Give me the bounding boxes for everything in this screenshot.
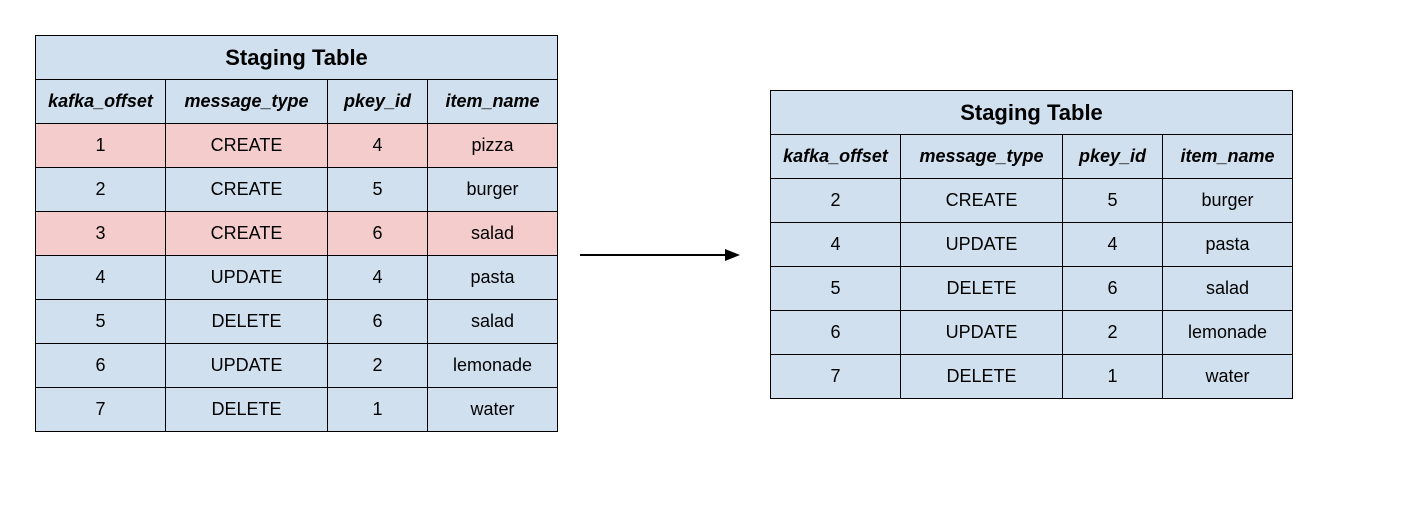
cell: 5 — [1063, 179, 1163, 223]
col-header: kafka_offset — [771, 135, 901, 179]
table-row: 2 CREATE 5 burger — [771, 179, 1293, 223]
cell: 4 — [771, 223, 901, 267]
cell: DELETE — [901, 355, 1063, 399]
cell: 4 — [36, 256, 166, 300]
cell: pasta — [428, 256, 558, 300]
cell: UPDATE — [901, 223, 1063, 267]
cell: 6 — [36, 344, 166, 388]
right-table-title: Staging Table — [771, 91, 1293, 135]
cell: water — [1163, 355, 1293, 399]
cell: salad — [428, 300, 558, 344]
cell: 5 — [36, 300, 166, 344]
table-row: 7 DELETE 1 water — [36, 388, 558, 432]
cell: DELETE — [901, 267, 1063, 311]
cell: 6 — [771, 311, 901, 355]
cell: CREATE — [166, 168, 328, 212]
diagram-canvas: Staging Table kafka_offset message_type … — [0, 0, 1426, 518]
cell: 1 — [328, 388, 428, 432]
col-header: item_name — [1163, 135, 1293, 179]
cell: 7 — [771, 355, 901, 399]
cell: DELETE — [166, 388, 328, 432]
table-row: 5 DELETE 6 salad — [771, 267, 1293, 311]
table-row: 6 UPDATE 2 lemonade — [36, 344, 558, 388]
table-row: 2 CREATE 5 burger — [36, 168, 558, 212]
cell: CREATE — [166, 212, 328, 256]
cell: DELETE — [166, 300, 328, 344]
cell: water — [428, 388, 558, 432]
cell: 7 — [36, 388, 166, 432]
right-table-header-row: kafka_offset message_type pkey_id item_n… — [771, 135, 1293, 179]
table-row: 7 DELETE 1 water — [771, 355, 1293, 399]
col-header: kafka_offset — [36, 80, 166, 124]
cell: 2 — [1063, 311, 1163, 355]
cell: 5 — [328, 168, 428, 212]
col-header: item_name — [428, 80, 558, 124]
cell: burger — [1163, 179, 1293, 223]
cell: salad — [428, 212, 558, 256]
cell: 6 — [1063, 267, 1163, 311]
left-table-title: Staging Table — [36, 36, 558, 80]
cell: 4 — [328, 124, 428, 168]
left-table-header-row: kafka_offset message_type pkey_id item_n… — [36, 80, 558, 124]
cell: 1 — [1063, 355, 1163, 399]
col-header: pkey_id — [328, 80, 428, 124]
cell: 6 — [328, 300, 428, 344]
cell: CREATE — [166, 124, 328, 168]
cell: UPDATE — [901, 311, 1063, 355]
right-staging-table: Staging Table kafka_offset message_type … — [770, 90, 1293, 399]
cell: UPDATE — [166, 256, 328, 300]
table-row: 3 CREATE 6 salad — [36, 212, 558, 256]
cell: 3 — [36, 212, 166, 256]
cell: salad — [1163, 267, 1293, 311]
left-staging-table: Staging Table kafka_offset message_type … — [35, 35, 558, 432]
table-row: 6 UPDATE 2 lemonade — [771, 311, 1293, 355]
cell: CREATE — [901, 179, 1063, 223]
cell: 4 — [328, 256, 428, 300]
col-header: pkey_id — [1063, 135, 1163, 179]
table-row: 5 DELETE 6 salad — [36, 300, 558, 344]
cell: UPDATE — [166, 344, 328, 388]
cell: lemonade — [428, 344, 558, 388]
cell: lemonade — [1163, 311, 1293, 355]
cell: 4 — [1063, 223, 1163, 267]
cell: 2 — [771, 179, 901, 223]
table-row: 4 UPDATE 4 pasta — [771, 223, 1293, 267]
cell: pizza — [428, 124, 558, 168]
cell: 6 — [328, 212, 428, 256]
table-row: 1 CREATE 4 pizza — [36, 124, 558, 168]
cell: 1 — [36, 124, 166, 168]
cell: burger — [428, 168, 558, 212]
table-row: 4 UPDATE 4 pasta — [36, 256, 558, 300]
col-header: message_type — [901, 135, 1063, 179]
cell: pasta — [1163, 223, 1293, 267]
arrow-icon — [580, 240, 740, 270]
col-header: message_type — [166, 80, 328, 124]
cell: 2 — [328, 344, 428, 388]
cell: 2 — [36, 168, 166, 212]
cell: 5 — [771, 267, 901, 311]
